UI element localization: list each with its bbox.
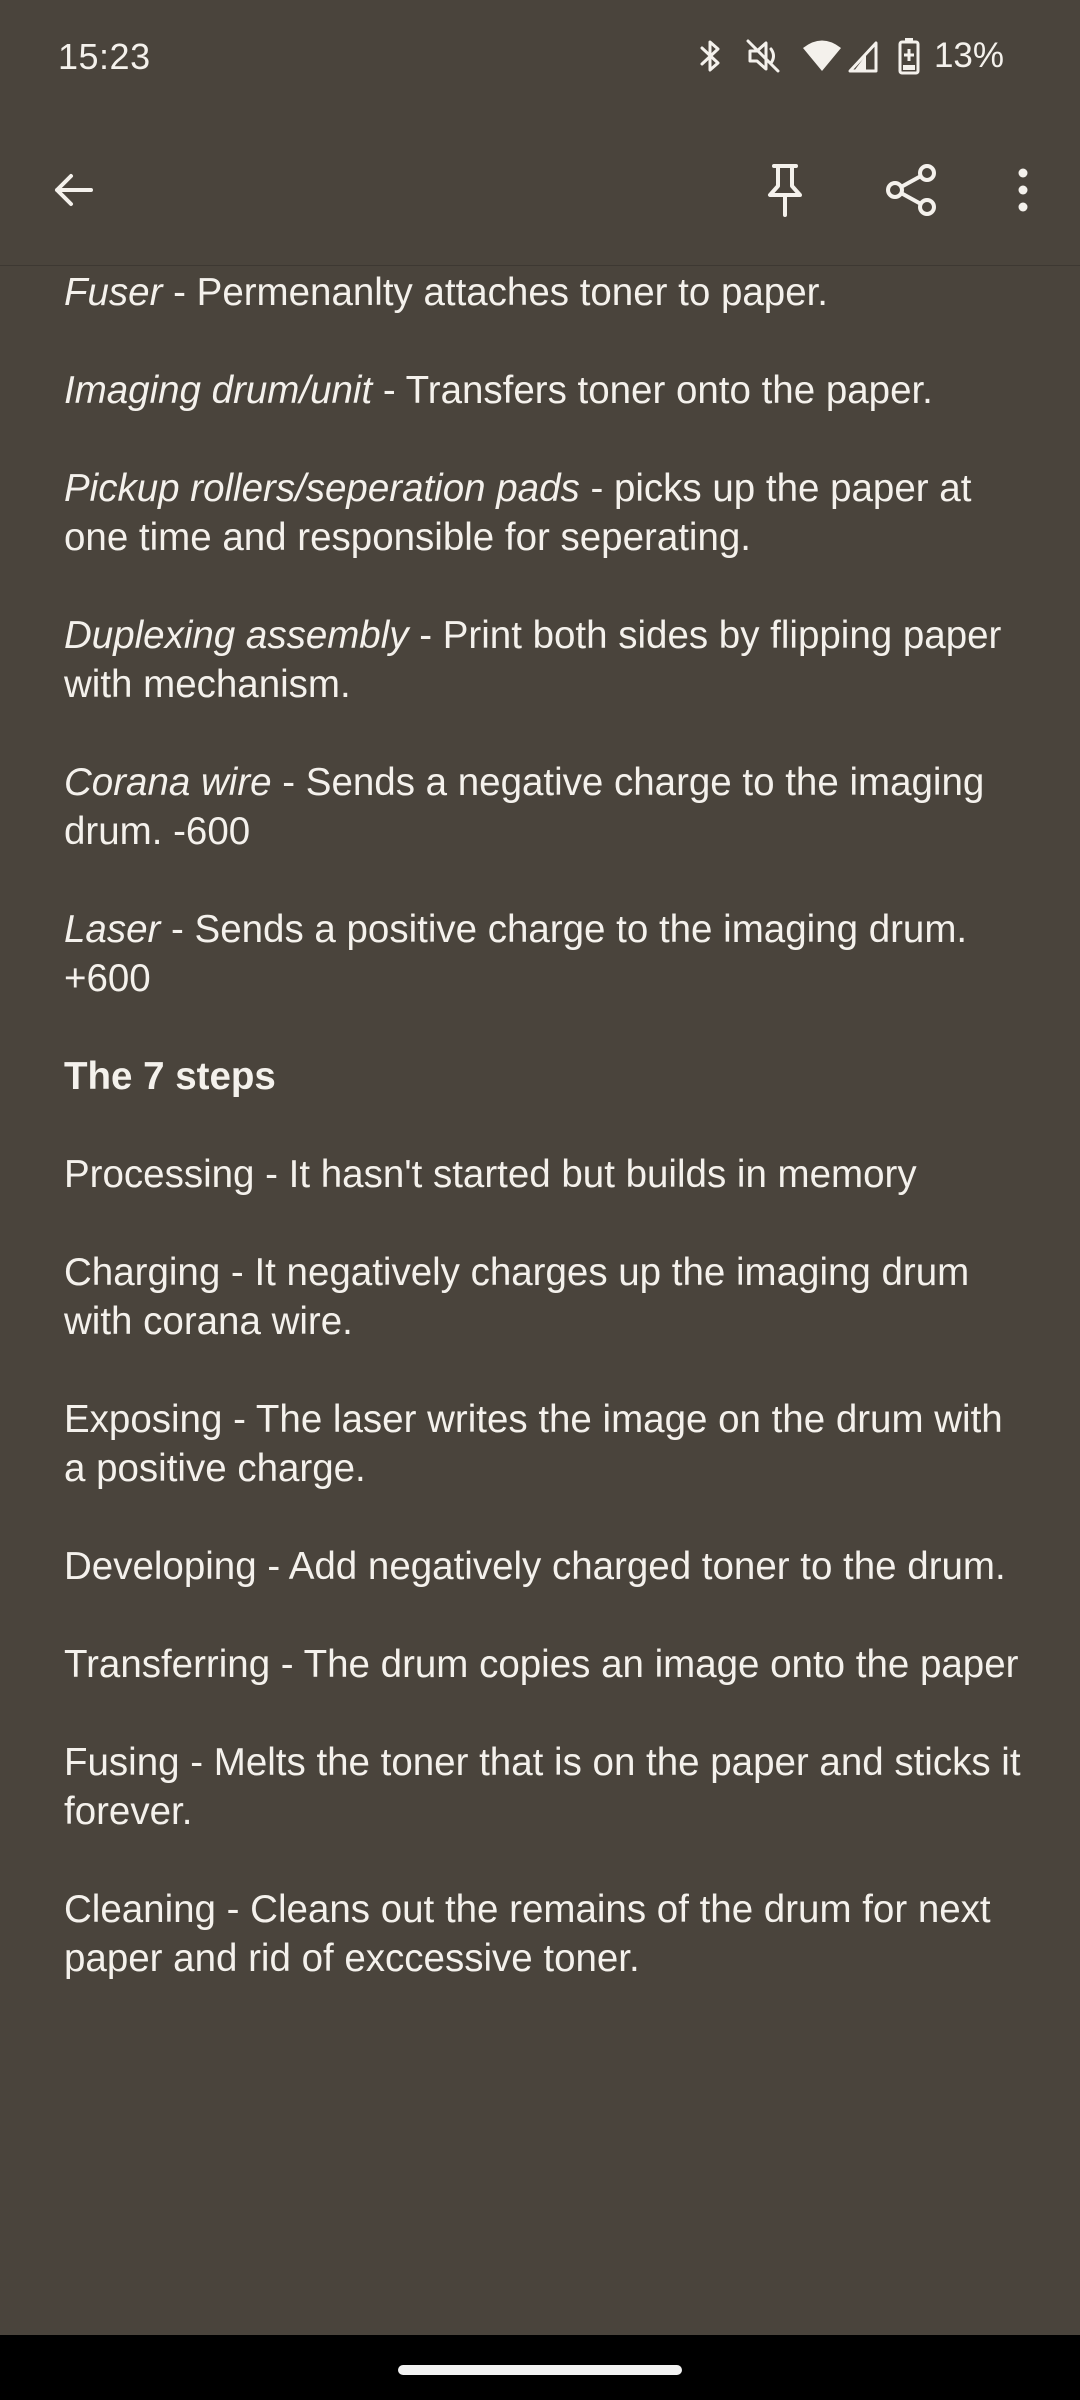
step-processing: Processing - It hasn't started but build…: [64, 1153, 917, 1196]
mute-icon: [744, 37, 782, 75]
definition-term: Imaging drum/unit: [64, 369, 373, 412]
bluetooth-icon: [698, 38, 724, 74]
note-toolbar: [0, 115, 1080, 266]
signal-icon: [848, 39, 878, 73]
definition-fuser: Fuser - Permenanlty attaches toner to pa…: [64, 268, 1024, 317]
definition-term: Fuser: [64, 271, 163, 314]
home-gesture-handle[interactable]: [398, 2365, 682, 2375]
definition-desc: - Sends a positive charge to the imaging…: [64, 908, 968, 1000]
step-cleaning: Cleaning - Cleans out the remains of the…: [64, 1888, 991, 1980]
status-time: 15:23: [58, 36, 151, 77]
share-icon: [886, 164, 936, 216]
definition-corana-wire: Corana wire - Sends a negative charge to…: [64, 758, 1024, 856]
system-nav-bar: [0, 2335, 1080, 2400]
definition-desc: - Permenanlty attaches toner to paper.: [162, 271, 828, 314]
definition-term: Duplexing assembly: [64, 614, 409, 657]
definition-desc: - Transfers toner onto the paper.: [372, 369, 933, 412]
step-charging: Charging - It negatively charges up the …: [64, 1251, 970, 1343]
pin-button[interactable]: [750, 155, 820, 225]
step-exposing: Exposing - The laser writes the image on…: [64, 1398, 1003, 1490]
definition-laser: Laser - Sends a positive charge to the i…: [64, 905, 1024, 1003]
status-bar: 15:23 13%: [0, 0, 1080, 115]
battery-icon: [898, 37, 920, 75]
note-body[interactable]: Fuser - Permenanlty attaches toner to pa…: [64, 268, 1024, 2032]
definition-imaging-drum: Imaging drum/unit - Transfers toner onto…: [64, 366, 1024, 415]
pin-icon: [768, 164, 802, 217]
definition-term: Laser: [64, 908, 161, 951]
more-vert-icon: [1018, 168, 1028, 212]
status-icons: 13%: [698, 34, 1004, 78]
step-fusing: Fusing - Melts the toner that is on the …: [64, 1741, 1021, 1833]
steps-heading: The 7 steps: [64, 1055, 276, 1098]
wifi-icon: [802, 39, 842, 73]
step-transferring: Transferring - The drum copies an image …: [64, 1643, 1019, 1686]
battery-percent: 13%: [933, 36, 1004, 75]
more-options-button[interactable]: [988, 155, 1058, 225]
back-button[interactable]: [38, 155, 108, 225]
step-developing: Developing - Add negatively charged tone…: [64, 1545, 1006, 1588]
definition-term: Corana wire: [64, 761, 272, 804]
definition-duplexing-assembly: Duplexing assembly - Print both sides by…: [64, 611, 1024, 709]
definition-term: Pickup rollers/seperation pads: [64, 467, 580, 510]
back-arrow-icon: [55, 174, 93, 206]
share-button[interactable]: [876, 155, 946, 225]
definition-pickup-rollers: Pickup rollers/seperation pads - picks u…: [64, 464, 1024, 562]
